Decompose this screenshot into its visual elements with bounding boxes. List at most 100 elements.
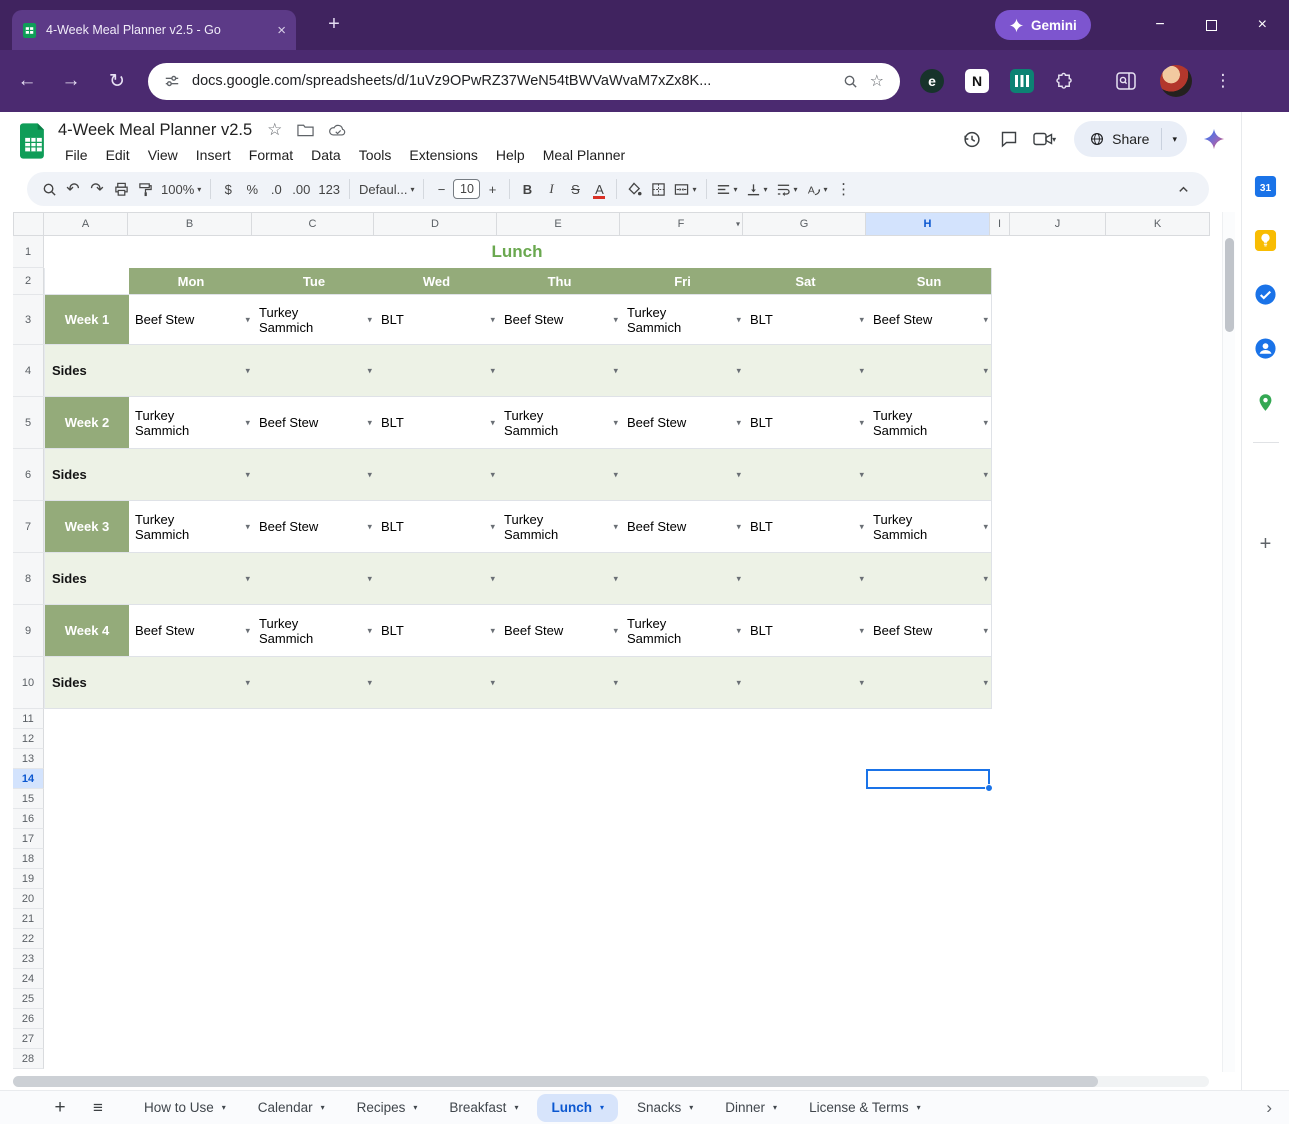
vertical-scrollbar-thumb[interactable] (1225, 238, 1234, 332)
all-sheets-menu-icon[interactable]: ≡ (86, 1098, 110, 1118)
dropdown-arrow-icon[interactable]: ▾ (245, 573, 250, 584)
sheet-tab-snacks[interactable]: Snacks ▾ (621, 1091, 709, 1124)
sides-label-cell[interactable]: Sides (45, 449, 129, 500)
column-header-C[interactable]: C (252, 212, 374, 236)
maximize-button[interactable] (1205, 19, 1217, 31)
cell-a2[interactable] (45, 268, 129, 294)
dropdown-arrow-icon[interactable]: ▾ (983, 469, 988, 480)
dropdown-arrow-icon[interactable]: ▾ (736, 573, 741, 584)
get-add-ons-button[interactable]: + (1260, 533, 1272, 556)
sides-label-cell[interactable]: Sides (45, 657, 129, 708)
day-header-cell[interactable]: Sat (744, 268, 867, 294)
dropdown-arrow-icon[interactable]: ▾ (736, 417, 741, 428)
dropdown-arrow-icon[interactable]: ▾ (245, 677, 250, 688)
sheet-tab-menu-icon[interactable]: ▾ (514, 1103, 518, 1112)
font-size-input[interactable]: 10 (453, 179, 481, 199)
gemini-spark-icon[interactable] (1203, 128, 1225, 150)
tab-close-icon[interactable]: × (277, 22, 286, 39)
sheet-tab-menu-icon[interactable]: ▾ (773, 1103, 777, 1112)
dropdown-arrow-icon[interactable]: ▾ (245, 314, 250, 325)
menu-tools[interactable]: Tools (350, 144, 401, 166)
side-cell[interactable]: ▾ (129, 449, 253, 500)
browser-profile-avatar[interactable] (1160, 65, 1192, 97)
meal-cell[interactable]: Turkey Sammich ▾ (129, 501, 253, 552)
side-cell[interactable]: ▾ (253, 345, 375, 396)
forward-button[interactable]: → (54, 70, 88, 92)
reload-button[interactable]: ↻ (100, 70, 134, 93)
teal-extension-icon[interactable] (1010, 69, 1034, 93)
horizontal-align-button[interactable]: ▾ (712, 176, 742, 202)
meal-cell[interactable]: BLT ▾ (375, 605, 498, 656)
dropdown-arrow-icon[interactable]: ▾ (367, 417, 372, 428)
side-cell[interactable]: ▾ (867, 553, 991, 604)
side-cell[interactable]: ▾ (498, 345, 621, 396)
menu-help[interactable]: Help (487, 144, 534, 166)
dropdown-arrow-icon[interactable]: ▾ (736, 521, 741, 532)
increase-decimal-button[interactable]: .00 (288, 176, 314, 202)
selected-cell-outline[interactable] (866, 769, 993, 792)
day-header-cell[interactable]: Tue (253, 268, 375, 294)
dropdown-arrow-icon[interactable]: ▾ (490, 521, 495, 532)
dropdown-arrow-icon[interactable]: ▾ (736, 677, 741, 688)
row-header-15[interactable]: 15 (13, 789, 44, 809)
maps-icon[interactable] (1254, 390, 1278, 414)
dropdown-arrow-icon[interactable]: ▾ (613, 365, 618, 376)
row-header-10[interactable]: 10 (13, 657, 44, 709)
dropdown-arrow-icon[interactable]: ▾ (736, 625, 741, 636)
dropdown-arrow-icon[interactable]: ▾ (367, 625, 372, 636)
dropdown-arrow-icon[interactable]: ▾ (859, 417, 864, 428)
video-call-dropdown-icon[interactable]: ▾ (1052, 135, 1056, 144)
column-header-F[interactable]: F ▾ (620, 212, 743, 236)
share-button[interactable]: Share (1074, 121, 1161, 157)
meal-cell[interactable]: Beef Stew ▾ (253, 397, 375, 448)
side-cell[interactable]: ▾ (498, 553, 621, 604)
week-label-cell[interactable]: Week 1 (45, 295, 129, 344)
percent-format-button[interactable]: % (240, 176, 264, 202)
dropdown-arrow-icon[interactable]: ▾ (367, 469, 372, 480)
dropdown-arrow-icon[interactable]: ▾ (367, 573, 372, 584)
meal-cell[interactable]: Beef Stew ▾ (621, 397, 744, 448)
row-header-3[interactable]: 3 (13, 295, 44, 345)
sides-label-cell[interactable]: Sides (45, 345, 129, 396)
meal-cell[interactable]: BLT ▾ (375, 295, 498, 344)
dropdown-arrow-icon[interactable]: ▾ (983, 314, 988, 325)
dropdown-arrow-icon[interactable]: ▾ (859, 469, 864, 480)
dropdown-arrow-icon[interactable]: ▾ (490, 417, 495, 428)
row-header-23[interactable]: 23 (13, 949, 44, 969)
side-cell[interactable]: ▾ (744, 449, 867, 500)
meal-cell[interactable]: Beef Stew ▾ (129, 295, 253, 344)
day-header-cell[interactable]: Wed (375, 268, 498, 294)
meal-cell[interactable]: BLT ▾ (744, 295, 867, 344)
row-header-1[interactable]: 1 (13, 236, 44, 268)
column-header-J[interactable]: J (1010, 212, 1106, 236)
gemini-button[interactable]: Gemini (995, 10, 1091, 40)
dropdown-arrow-icon[interactable]: ▾ (983, 573, 988, 584)
row-header-8[interactable]: 8 (13, 553, 44, 605)
sheet-tab-calendar[interactable]: Calendar ▾ (242, 1091, 341, 1124)
meal-cell[interactable]: Turkey Sammich ▾ (621, 295, 744, 344)
row-header-21[interactable]: 21 (13, 909, 44, 929)
close-button[interactable]: × (1258, 16, 1267, 34)
star-doc-icon[interactable]: ☆ (267, 120, 282, 140)
meal-cell[interactable]: BLT ▾ (375, 501, 498, 552)
side-cell[interactable]: ▾ (867, 449, 991, 500)
more-formats-button[interactable]: 123 (314, 176, 344, 202)
dropdown-arrow-icon[interactable]: ▾ (490, 469, 495, 480)
column-header-G[interactable]: G (743, 212, 866, 236)
row-header-4[interactable]: 4 (13, 345, 44, 397)
dropdown-arrow-icon[interactable]: ▾ (245, 469, 250, 480)
search-side-panel-icon[interactable] (1116, 72, 1136, 90)
add-sheet-button[interactable]: + (48, 1097, 72, 1119)
strikethrough-button[interactable]: S (563, 176, 587, 202)
meal-cell[interactable]: Turkey Sammich ▾ (867, 397, 991, 448)
collapse-toolbar-icon[interactable] (1171, 176, 1195, 202)
dropdown-arrow-icon[interactable]: ▾ (983, 417, 988, 428)
dropdown-arrow-icon[interactable]: ▾ (613, 625, 618, 636)
dropdown-arrow-icon[interactable]: ▾ (367, 314, 372, 325)
dropdown-arrow-icon[interactable]: ▾ (736, 314, 741, 325)
dropdown-arrow-icon[interactable]: ▾ (490, 625, 495, 636)
dropdown-arrow-icon[interactable]: ▾ (736, 469, 741, 480)
increase-font-size-button[interactable]: + (480, 176, 504, 202)
row-header-2[interactable]: 2 (13, 268, 44, 295)
dropdown-arrow-icon[interactable]: ▾ (367, 521, 372, 532)
